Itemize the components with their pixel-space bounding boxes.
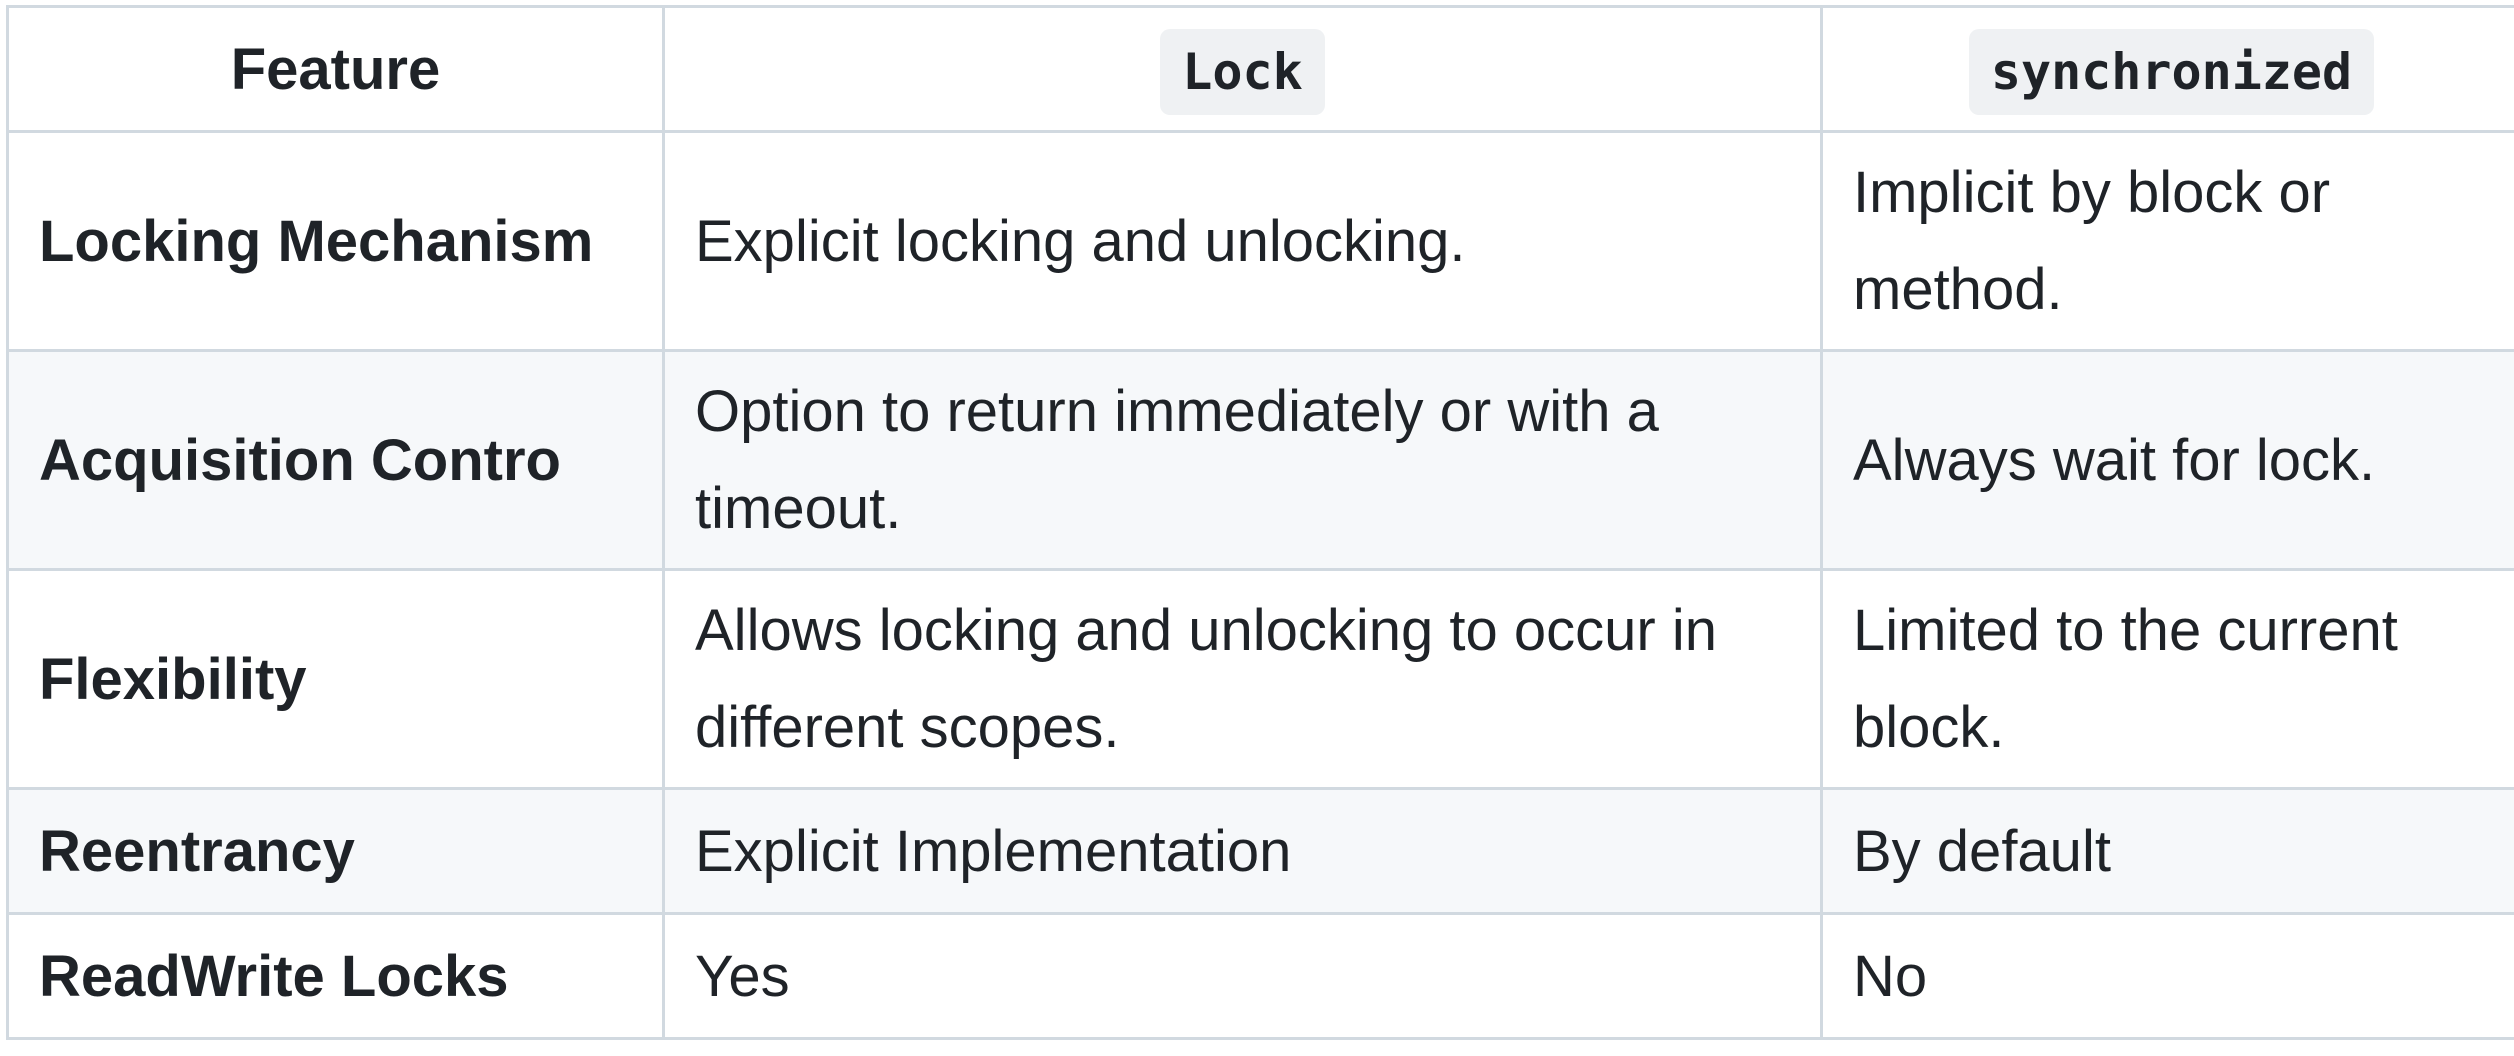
- table-row: Reentrancy Explicit Implementation By de…: [6, 787, 2514, 915]
- table-header: Feature Lock synchronized: [6, 5, 2514, 133]
- comparison-table: Feature Lock synchronized Locking Mechan…: [6, 5, 2514, 1040]
- table-row: Acquisition Contro Option to return imme…: [6, 349, 2514, 571]
- header-lock: Lock: [662, 5, 1823, 133]
- synchronized-cell: Always wait for lock.: [1820, 349, 2514, 571]
- header-row: Feature Lock synchronized: [6, 5, 2514, 133]
- table-row: ReadWrite Locks Yes No: [6, 912, 2514, 1040]
- feature-cell: ReadWrite Locks: [6, 912, 665, 1040]
- table-row: Flexibility Allows locking and unlocking…: [6, 568, 2514, 790]
- header-synchronized-code: synchronized: [1968, 28, 2375, 115]
- lock-cell: Yes: [662, 912, 1823, 1040]
- header-synchronized: synchronized: [1820, 5, 2514, 133]
- synchronized-cell: Limited to the current block.: [1820, 568, 2514, 790]
- synchronized-cell: Implicit by block or method.: [1820, 130, 2514, 352]
- synchronized-cell: By default: [1820, 787, 2514, 915]
- header-feature: Feature: [6, 5, 665, 133]
- lock-cell: Explicit locking and unlocking.: [662, 130, 1823, 352]
- lock-cell: Explicit Implementation: [662, 787, 1823, 915]
- feature-cell: Locking Mechanism: [6, 130, 665, 352]
- synchronized-cell: No: [1820, 912, 2514, 1040]
- feature-cell: Acquisition Contro: [6, 349, 665, 571]
- lock-cell: Option to return immediately or with a t…: [662, 349, 1823, 571]
- header-lock-code: Lock: [1160, 28, 1325, 115]
- lock-cell: Allows locking and unlocking to occur in…: [662, 568, 1823, 790]
- feature-cell: Reentrancy: [6, 787, 665, 915]
- table-row: Locking Mechanism Explicit locking and u…: [6, 130, 2514, 352]
- feature-cell: Flexibility: [6, 568, 665, 790]
- table-body: Locking Mechanism Explicit locking and u…: [6, 130, 2514, 1040]
